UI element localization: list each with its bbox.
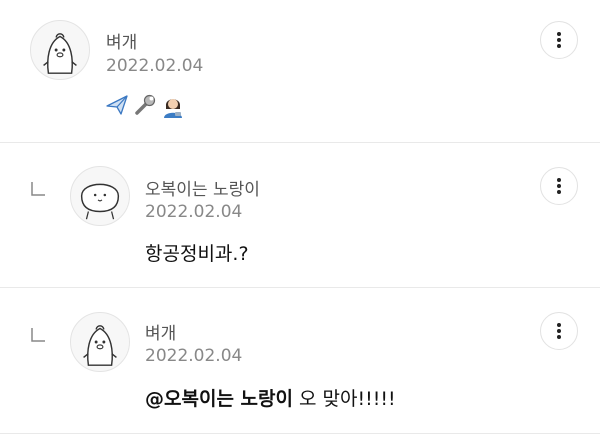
comment-date: 2022.02.04 xyxy=(106,56,204,76)
comment-text: @오복이는 노랑이 오 맞아!!!!! xyxy=(145,384,396,411)
comment-text-body: 오 맞아!!!!! xyxy=(292,388,396,410)
author-avatar[interactable] xyxy=(70,166,130,226)
reply-arrow-icon xyxy=(31,328,45,342)
wrench-icon xyxy=(135,94,156,115)
more-vertical-icon xyxy=(557,32,561,48)
reply-comment-1: 오복이는 노랑이 2022.02.04 항공정비과.? xyxy=(0,143,600,287)
mention-link[interactable]: @오복이는 노랑이 xyxy=(145,388,293,410)
more-vertical-icon xyxy=(557,323,561,339)
comment-author[interactable]: 벼개 xyxy=(106,28,137,53)
author-avatar[interactable] xyxy=(30,20,90,80)
woman-technician-icon xyxy=(164,99,182,118)
more-options-button[interactable] xyxy=(540,312,578,350)
author-avatar[interactable] xyxy=(70,312,130,372)
comment-divider xyxy=(0,433,600,434)
more-vertical-icon xyxy=(557,178,561,194)
comment-text: 항공정비과.? xyxy=(145,243,249,265)
comment-author[interactable]: 벼개 xyxy=(145,319,176,344)
reply-comment-2: 벼개 2022.02.04 @오복이는 노랑이 오 맞아!!!!! xyxy=(0,288,600,433)
reply-arrow-icon xyxy=(31,182,45,196)
more-options-button[interactable] xyxy=(540,21,578,59)
bird-avatar-icon xyxy=(43,33,77,74)
airplane-icon xyxy=(106,95,128,115)
comment-1: 벼개 2022.02.04 xyxy=(0,0,600,142)
round-face-avatar-icon xyxy=(80,183,120,220)
comment-content xyxy=(104,92,186,118)
comment-date: 2022.02.04 xyxy=(145,202,243,222)
bird-avatar-icon xyxy=(83,325,117,366)
comment-date: 2022.02.04 xyxy=(145,346,243,366)
comment-author[interactable]: 오복이는 노랑이 xyxy=(145,175,260,200)
more-options-button[interactable] xyxy=(540,167,578,205)
